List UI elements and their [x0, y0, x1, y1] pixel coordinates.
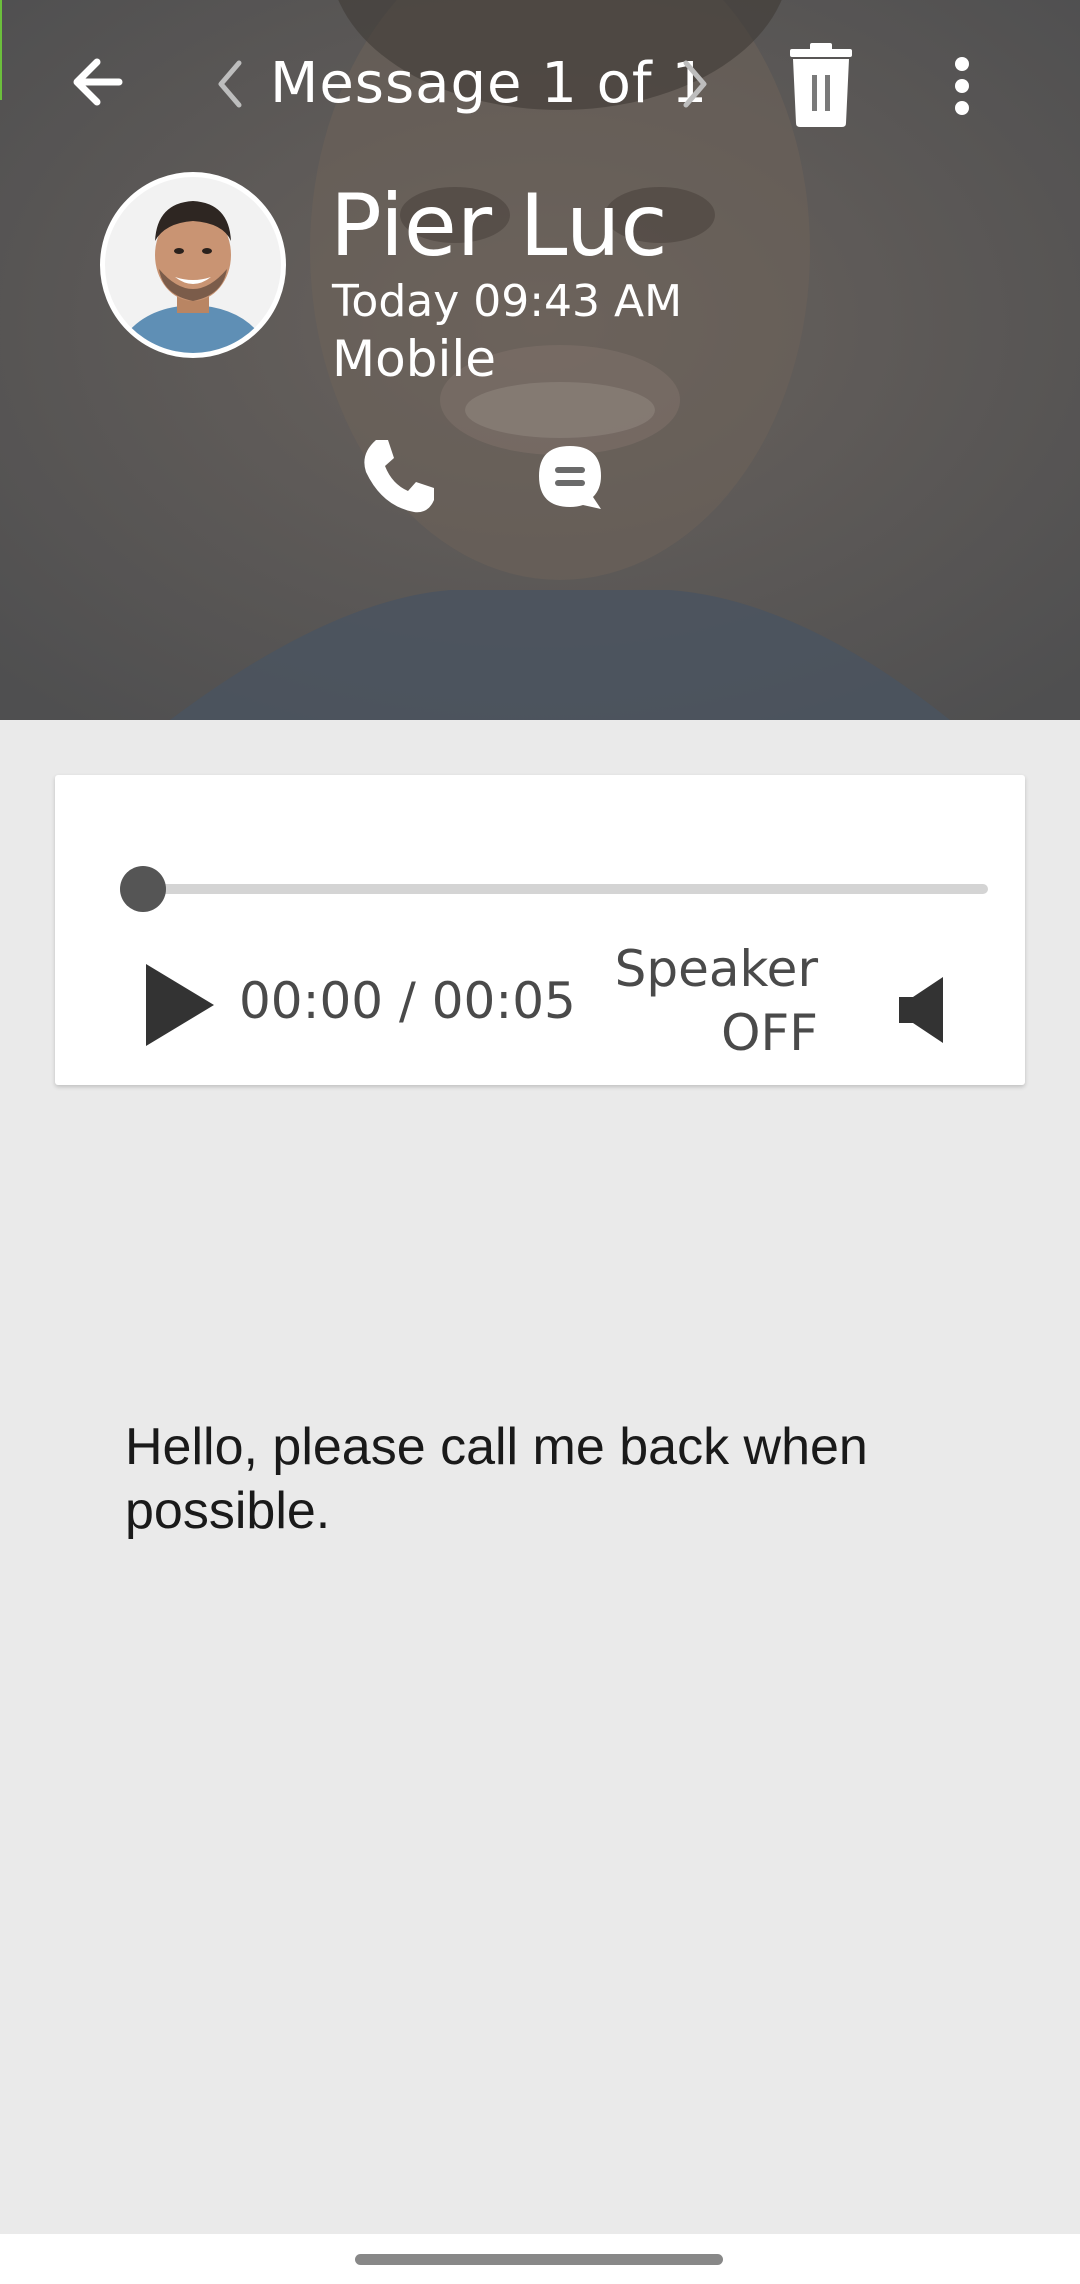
progress-thumb[interactable] [120, 866, 166, 912]
home-indicator[interactable] [355, 2254, 723, 2265]
speaker-icon [899, 977, 943, 1043]
trash-icon [790, 43, 852, 127]
message-timestamp: Today 09:43 AM [332, 276, 683, 327]
speaker-toggle-button[interactable] [867, 955, 977, 1065]
voicemail-transcript: Hello, please call me back when possible… [125, 1418, 868, 1540]
send-message-button[interactable] [528, 436, 612, 520]
contact-header: Message 1 of 1 Pier Luc Today 09:43 AM M… [0, 0, 1080, 720]
playback-time: 00:00 / 00:05 [239, 972, 576, 1030]
message-counter: Message 1 of 1 [270, 51, 709, 116]
contact-name: Pier Luc [330, 176, 668, 276]
window-edge-accent [0, 0, 2, 100]
more-vertical-icon [955, 57, 969, 115]
avatar [100, 172, 286, 358]
play-button[interactable] [123, 950, 233, 1060]
phone-type-label: Mobile [332, 330, 497, 388]
arrow-left-icon [73, 58, 123, 106]
previous-message-button[interactable] [205, 52, 255, 116]
back-button[interactable] [55, 40, 139, 124]
chevron-left-icon [218, 60, 242, 108]
next-message-button[interactable] [670, 52, 720, 116]
chevron-right-icon [683, 60, 707, 108]
call-back-button[interactable] [352, 430, 444, 522]
play-icon [146, 964, 214, 1046]
speaker-label-line2: OFF [721, 1004, 818, 1062]
voicemail-player: 00:00 / 00:05 Speaker OFF [55, 775, 1025, 1085]
more-options-button[interactable] [920, 44, 1004, 128]
progress-track[interactable] [143, 884, 988, 894]
phone-icon [364, 440, 434, 513]
speaker-status-label: Speaker OFF [615, 937, 818, 1065]
chat-bubble-icon [539, 446, 601, 509]
delete-message-button[interactable] [778, 38, 864, 132]
speaker-label-line1: Speaker [614, 940, 818, 998]
